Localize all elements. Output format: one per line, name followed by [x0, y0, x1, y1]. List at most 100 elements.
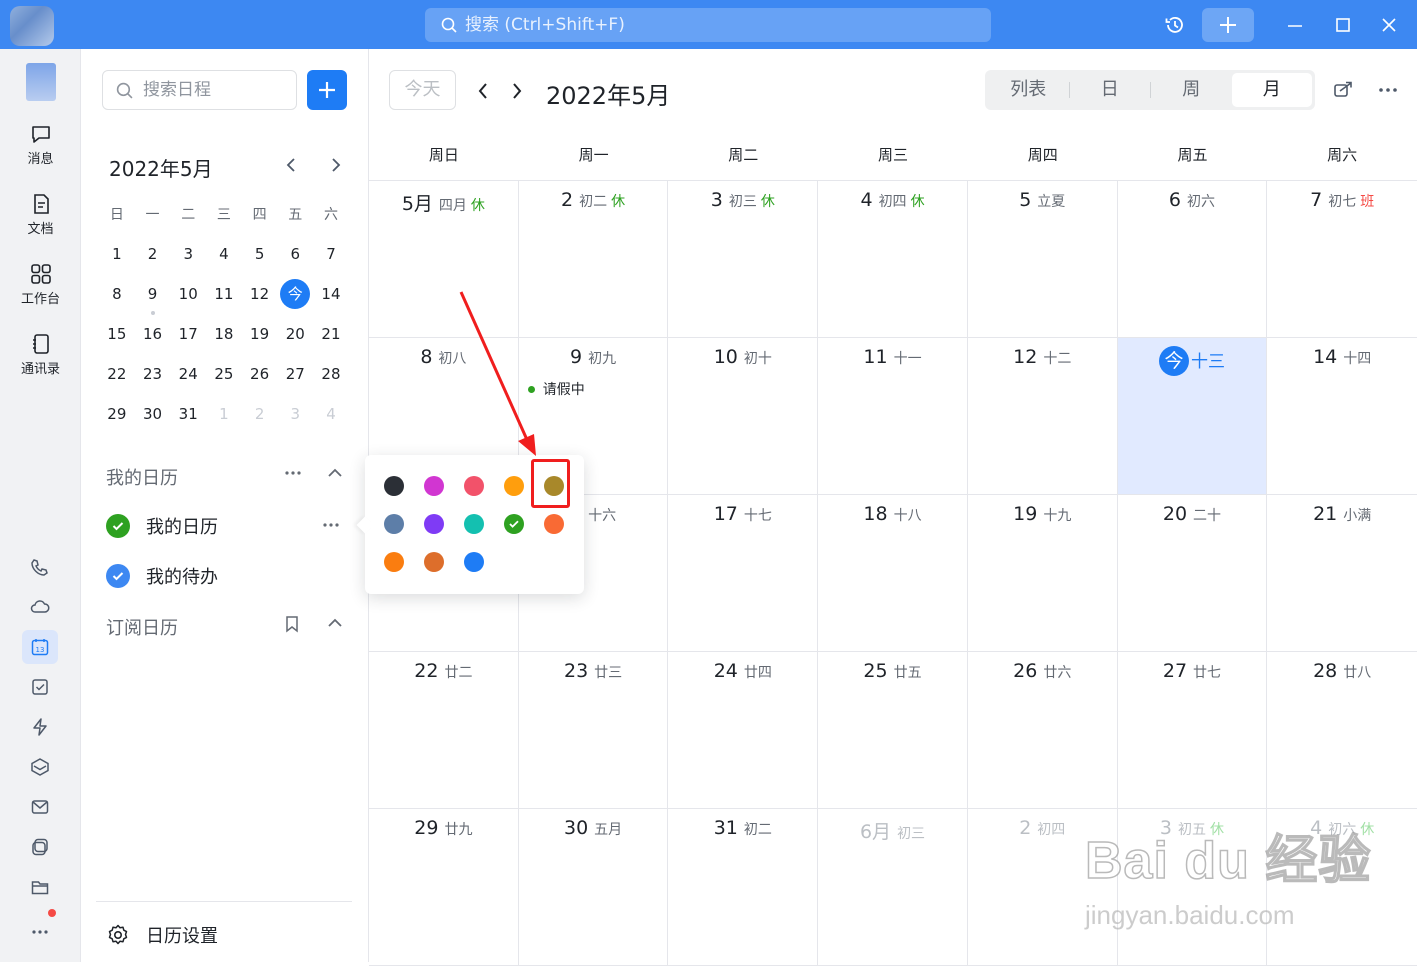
color-swatch[interactable] — [384, 552, 404, 572]
day-cell[interactable]: 10 初十 — [668, 338, 819, 494]
more-icon[interactable] — [22, 909, 58, 944]
my-calendars-collapse-button[interactable] — [326, 463, 344, 488]
day-cell[interactable]: 20 二十 — [1118, 495, 1268, 651]
global-search-input[interactable]: 搜索 (Ctrl+Shift+F) — [425, 8, 991, 42]
docs-icon[interactable] — [22, 830, 58, 864]
minimize-button[interactable] — [1282, 0, 1308, 49]
check-icon[interactable] — [106, 514, 130, 538]
mini-day-cell[interactable]: 4 — [206, 245, 242, 263]
mini-day-cell[interactable]: 8 — [99, 285, 135, 303]
mail-icon[interactable] — [22, 790, 58, 824]
mini-day-cell[interactable]: 28 — [313, 365, 349, 383]
day-cell[interactable]: 12 十二 — [968, 338, 1118, 494]
avatar[interactable] — [10, 6, 54, 46]
phone-icon[interactable] — [22, 550, 58, 584]
day-cell[interactable]: 5 立夏 — [968, 181, 1118, 337]
day-cell[interactable]: 22 廿二 — [369, 652, 519, 808]
cloud-icon[interactable] — [22, 590, 58, 624]
day-cell[interactable]: 2 初二休 — [519, 181, 669, 337]
day-cell[interactable]: 5月 四月休 — [369, 181, 519, 337]
mini-day-cell[interactable]: 22 — [99, 365, 135, 383]
mini-day-cell[interactable]: 今 — [277, 279, 313, 309]
day-cell[interactable]: 28 廿八 — [1267, 652, 1417, 808]
day-cell[interactable]: 18 十八 — [818, 495, 968, 651]
task-check-icon[interactable] — [22, 670, 58, 704]
event-chip[interactable]: 请假中 — [527, 379, 585, 399]
mini-day-cell[interactable]: 14 — [313, 285, 349, 303]
mini-next-month-button[interactable] — [329, 153, 343, 181]
maximize-button[interactable] — [1330, 0, 1356, 49]
mini-day-cell[interactable]: 10 — [170, 285, 206, 303]
day-cell[interactable]: 27 廿七 — [1118, 652, 1268, 808]
day-cell[interactable]: 今十三 — [1117, 338, 1268, 494]
subscribed-collapse-button[interactable] — [326, 613, 344, 638]
color-swatch[interactable] — [464, 476, 484, 496]
mini-day-cell[interactable]: 6 — [277, 245, 313, 263]
next-month-button[interactable] — [509, 79, 525, 107]
share-calendar-icon[interactable] — [1332, 79, 1354, 105]
more-horizontal-icon[interactable] — [1377, 79, 1399, 105]
day-cell[interactable]: 29 廿九 — [369, 809, 519, 965]
day-cell[interactable]: 26 廿六 — [968, 652, 1118, 808]
calendar-item-my-calendar[interactable]: 我的日历 — [106, 513, 218, 539]
create-button[interactable] — [1202, 8, 1254, 42]
color-swatch[interactable] — [544, 514, 564, 534]
mini-day-cell[interactable]: 23 — [135, 365, 171, 383]
layers-icon[interactable] — [22, 750, 58, 784]
workspace-logo[interactable] — [26, 63, 56, 101]
mini-day-cell[interactable]: 9 — [135, 285, 171, 315]
day-cell[interactable]: 19 十九 — [968, 495, 1118, 651]
color-swatch[interactable] — [464, 552, 484, 572]
new-event-button[interactable] — [307, 70, 347, 110]
mini-prev-month-button[interactable] — [284, 153, 298, 181]
mini-day-cell[interactable]: 15 — [99, 325, 135, 343]
subscribe-calendar-button[interactable] — [283, 614, 301, 639]
mini-day-cell[interactable]: 30 — [135, 405, 171, 423]
mini-day-cell[interactable]: 20 — [277, 325, 313, 343]
day-cell[interactable]: 25 廿五 — [818, 652, 968, 808]
view-tab-month[interactable]: 月 — [1231, 73, 1312, 107]
today-button[interactable]: 今天 — [389, 70, 456, 110]
day-cell[interactable]: 11 十一 — [818, 338, 968, 494]
nav-item-docs[interactable]: 文档 — [0, 192, 81, 237]
day-cell[interactable]: 23 廿三 — [519, 652, 669, 808]
view-tab-day[interactable]: 日 — [1070, 73, 1151, 107]
mini-day-cell[interactable]: 5 — [242, 245, 278, 263]
mini-day-cell[interactable]: 21 — [313, 325, 349, 343]
mini-day-cell[interactable]: 1 — [99, 245, 135, 263]
day-cell[interactable]: 6 初六 — [1118, 181, 1268, 337]
my-calendars-more-button[interactable] — [283, 463, 303, 488]
mini-day-cell[interactable]: 18 — [206, 325, 242, 343]
mini-day-cell[interactable]: 3 — [277, 405, 313, 423]
calendar-item-more-button[interactable] — [321, 515, 341, 540]
calendar-settings-button[interactable]: 日历设置 — [106, 922, 218, 948]
mini-day-cell[interactable]: 11 — [206, 285, 242, 303]
mini-day-cell[interactable]: 4 — [313, 405, 349, 423]
mini-day-cell[interactable]: 27 — [277, 365, 313, 383]
calendar-item-my-todo[interactable]: 我的待办 — [106, 563, 218, 589]
day-cell[interactable]: 17 十七 — [668, 495, 819, 651]
mini-day-cell[interactable]: 3 — [170, 245, 206, 263]
day-cell[interactable]: 6月 初三 — [818, 809, 968, 965]
view-tab-list[interactable]: 列表 — [988, 73, 1069, 107]
color-swatch[interactable] — [384, 514, 404, 534]
mini-day-cell[interactable]: 7 — [313, 245, 349, 263]
check-icon[interactable] — [106, 564, 130, 588]
day-cell[interactable]: 31 初二 — [668, 809, 819, 965]
day-cell[interactable]: 14 十四 — [1267, 338, 1417, 494]
mini-day-cell[interactable]: 24 — [170, 365, 206, 383]
color-swatch[interactable] — [504, 514, 524, 534]
schedule-search-input[interactable]: 搜索日程 — [102, 70, 297, 110]
day-cell[interactable]: 3 初三休 — [668, 181, 819, 337]
mini-day-cell[interactable]: 17 — [170, 325, 206, 343]
mini-day-cell[interactable]: 16 — [135, 325, 171, 343]
mini-day-cell[interactable]: 19 — [242, 325, 278, 343]
folder-icon[interactable] — [22, 870, 58, 904]
calendar-icon[interactable]: 13 — [22, 630, 58, 664]
day-cell[interactable]: 30 五月 — [519, 809, 669, 965]
mini-day-cell[interactable]: 12 — [242, 285, 278, 303]
color-swatch[interactable] — [424, 552, 444, 572]
day-cell[interactable]: 7 初七班 — [1267, 181, 1417, 337]
color-swatch[interactable] — [424, 476, 444, 496]
prev-month-button[interactable] — [475, 79, 491, 107]
